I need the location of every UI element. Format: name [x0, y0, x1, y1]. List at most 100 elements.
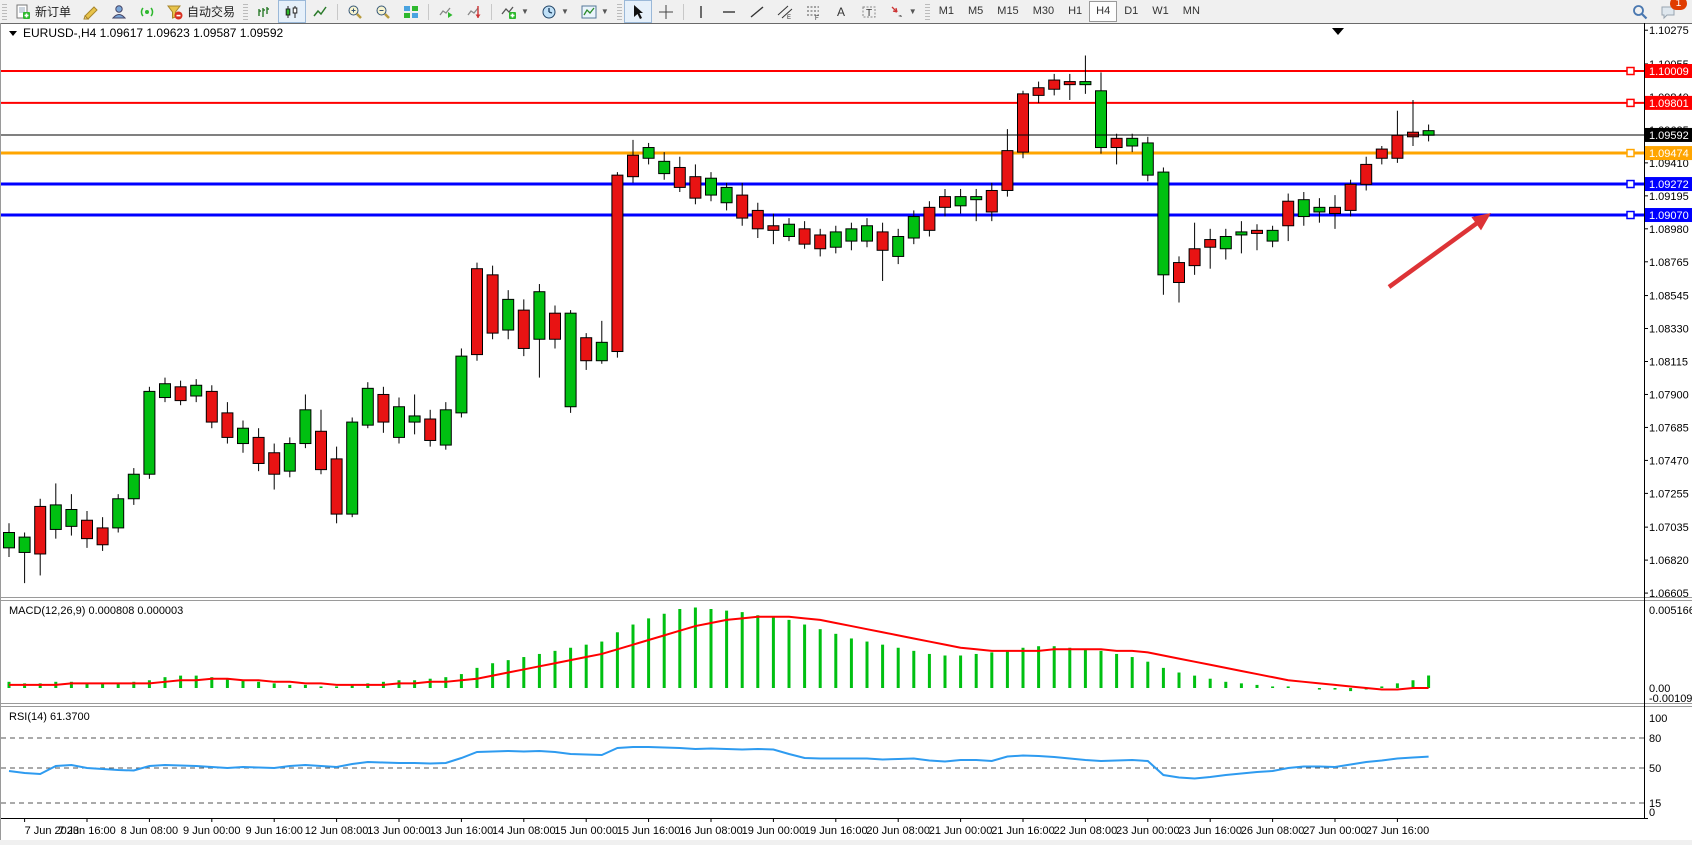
- price-tick-label: 1.07685: [1649, 422, 1689, 434]
- time-tick-label: 26 Jun 08:00: [1241, 825, 1305, 837]
- price-tick-label: 1.08330: [1649, 324, 1689, 336]
- trendline-icon: [749, 4, 765, 20]
- broadcast-button[interactable]: [133, 0, 161, 23]
- auto-scroll-button[interactable]: [432, 0, 460, 23]
- indicators-button[interactable]: ▼: [495, 0, 535, 23]
- arrows-icon: [889, 4, 905, 20]
- horizontal-line-tool[interactable]: [715, 0, 743, 23]
- text-label-tool[interactable]: T: [855, 0, 883, 23]
- candle: [487, 266, 498, 340]
- price-tick-label: 1.06820: [1649, 555, 1689, 567]
- price-tick-label: 1.07035: [1649, 522, 1689, 534]
- rsi-axis-label: 50: [1649, 763, 1661, 775]
- macd-axis-min: -0.001095: [1649, 693, 1692, 705]
- mql-community-button[interactable]: [105, 0, 133, 23]
- zoom-out-button[interactable]: [369, 0, 397, 23]
- candle: [456, 348, 467, 417]
- vertical-line-icon: [693, 4, 709, 20]
- candle: [1018, 91, 1029, 158]
- bar-chart-button[interactable]: [250, 0, 278, 23]
- text-tool[interactable]: A: [827, 0, 855, 23]
- tab-timeframe-m15[interactable]: M15: [990, 1, 1025, 22]
- zoom-in-button[interactable]: [341, 0, 369, 23]
- mt4-window: 新订单 自动交易: [0, 0, 1692, 845]
- styler-button[interactable]: [77, 0, 105, 23]
- level-price-label: 1.09070: [1649, 210, 1689, 222]
- signal-icon: [139, 4, 155, 20]
- tile-windows-button[interactable]: [397, 0, 425, 23]
- search-icon: [1632, 4, 1648, 20]
- price-tick-label: 1.08115: [1649, 356, 1688, 368]
- autotrading-button[interactable]: 自动交易: [161, 0, 241, 23]
- candlestick-chart-button[interactable]: [278, 0, 306, 23]
- price-tick-label: 1.08765: [1649, 257, 1689, 269]
- chart-header: EURUSD-,H4 1.09617 1.09623 1.09587 1.095…: [9, 26, 284, 40]
- rsi-axis-label: 80: [1649, 733, 1661, 745]
- new-order-icon: [15, 4, 31, 20]
- time-tick-label: 15 Jun 00:00: [554, 825, 618, 837]
- macd-label: MACD(12,26,9) 0.000808 0.000003: [9, 605, 183, 617]
- time-tick-label: 23 Jun 00:00: [1116, 825, 1180, 837]
- separator: [337, 4, 338, 20]
- arrows-tool[interactable]: ▼: [883, 0, 923, 23]
- price-tick-label: 1.06605: [1649, 588, 1689, 600]
- trendline-tool[interactable]: [743, 0, 771, 23]
- chat-unread-badge: 1: [1670, 0, 1687, 10]
- price-tick-label: 1.08545: [1649, 291, 1689, 303]
- equidistant-channel-icon: E: [777, 4, 793, 20]
- tab-timeframe-m5[interactable]: M5: [961, 1, 990, 22]
- dropdown-arrow-icon: ▼: [909, 7, 917, 16]
- add-indicator-icon: [501, 4, 517, 20]
- tab-timeframe-m1[interactable]: M1: [932, 1, 961, 22]
- time-tick-label: 13 Jun 00:00: [367, 825, 431, 837]
- vertical-line-tool[interactable]: [687, 0, 715, 23]
- tab-timeframe-d1[interactable]: D1: [1117, 1, 1145, 22]
- chart-area[interactable]: 1.102751.100551.098401.096251.094101.091…: [0, 23, 1692, 840]
- text-label-icon: T: [861, 4, 877, 20]
- level-price-label: 1.09801: [1649, 98, 1689, 110]
- time-tick-label: 19 Jun 16:00: [804, 825, 868, 837]
- time-tick-label: 9 Jun 00:00: [183, 825, 241, 837]
- new-order-button[interactable]: 新订单: [9, 0, 77, 23]
- candle: [362, 382, 373, 428]
- tab-timeframe-m30[interactable]: M30: [1026, 1, 1061, 22]
- current-price-label: 1.09592: [1649, 130, 1689, 142]
- line-chart-button[interactable]: [306, 0, 334, 23]
- toolbar-grip: [243, 4, 248, 20]
- chart-canvas[interactable]: 1.102751.100551.098401.096251.094101.091…: [1, 23, 1692, 840]
- separator: [491, 4, 492, 20]
- dropdown-arrow-icon: ▼: [561, 7, 569, 16]
- candle: [565, 310, 576, 413]
- crayon-icon: [83, 4, 99, 20]
- cursor-icon: [630, 4, 646, 20]
- chart-shift-button[interactable]: [460, 0, 488, 23]
- chart-background: [1, 23, 1692, 840]
- time-tick-label: 9 Jun 16:00: [245, 825, 303, 837]
- time-tick-label: 20 Jun 08:00: [866, 825, 930, 837]
- fibonacci-icon: F: [805, 4, 821, 20]
- time-tick-label: 15 Jun 16:00: [617, 825, 681, 837]
- cursor-tool-button[interactable]: [624, 0, 652, 23]
- tab-timeframe-w1[interactable]: W1: [1145, 1, 1176, 22]
- time-tick-label: 7 Jun 16:00: [58, 825, 116, 837]
- chat-button[interactable]: 1: [1654, 0, 1682, 23]
- periods-button[interactable]: ▼: [535, 0, 575, 23]
- tab-timeframe-mn[interactable]: MN: [1176, 1, 1207, 22]
- tab-timeframe-h1[interactable]: H1: [1061, 1, 1089, 22]
- time-tick-label: 23 Jun 16:00: [1178, 825, 1242, 837]
- svg-text:A: A: [837, 5, 845, 19]
- channel-tool[interactable]: E: [771, 0, 799, 23]
- search-button[interactable]: [1626, 0, 1654, 23]
- fibonacci-tool[interactable]: F: [799, 0, 827, 23]
- crosshair-tool-button[interactable]: [652, 0, 680, 23]
- dropdown-arrow-icon: ▼: [601, 7, 609, 16]
- time-tick-label: 19 Jun 00:00: [742, 825, 806, 837]
- time-tick-label: 12 Jun 08:00: [305, 825, 369, 837]
- time-tick-label: 21 Jun 16:00: [991, 825, 1055, 837]
- toolbar-grip: [925, 4, 930, 20]
- templates-button[interactable]: ▼: [575, 0, 615, 23]
- time-tick-label: 27 Jun 16:00: [1366, 825, 1430, 837]
- autotrading-icon: [167, 4, 183, 20]
- price-tick-label: 1.07470: [1649, 455, 1689, 467]
- tab-timeframe-h4[interactable]: H4: [1089, 1, 1117, 22]
